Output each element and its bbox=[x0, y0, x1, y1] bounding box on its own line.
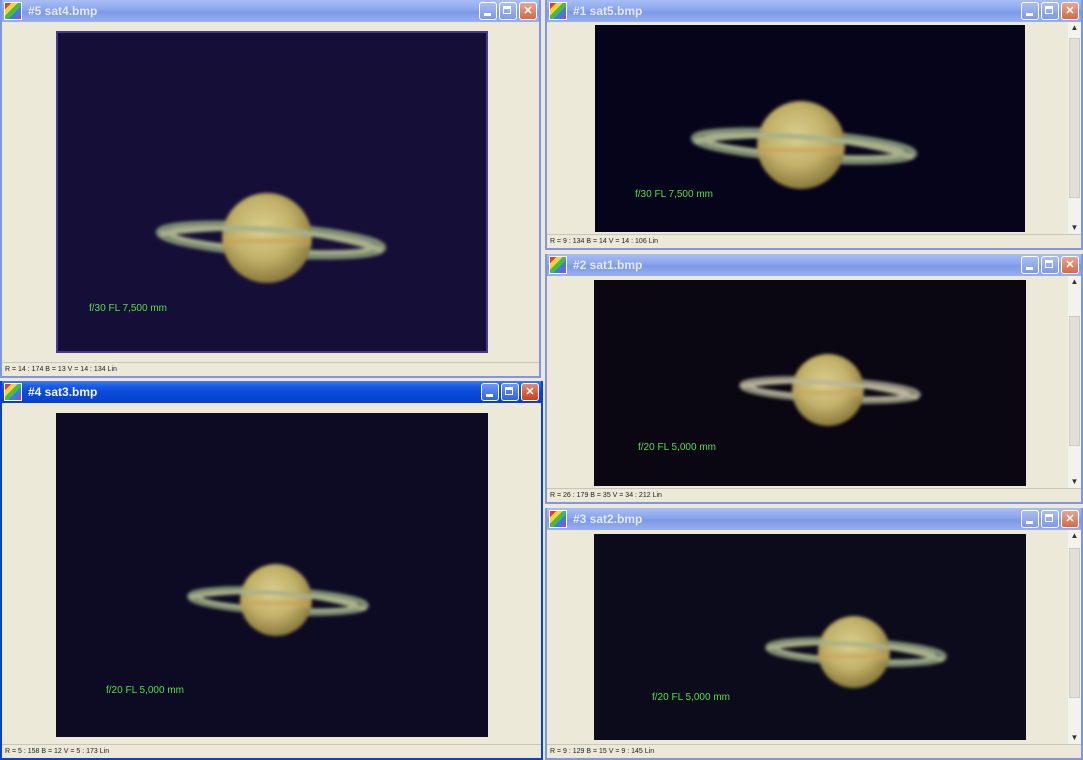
image-caption: f/30 FL 7,500 mm bbox=[89, 303, 167, 314]
scroll-thumb[interactable] bbox=[1069, 316, 1080, 446]
title-bar[interactable]: #1 sat5.bmp ✕ bbox=[547, 0, 1081, 22]
saturn-image: f/30 FL 7,500 mm bbox=[56, 31, 488, 353]
status-bar: R = 9 : 129 B = 15 V = 9 : 145 Lin bbox=[547, 744, 1081, 758]
maximize-button[interactable] bbox=[499, 2, 517, 20]
saturn-image: f/20 FL 5,000 mm bbox=[594, 280, 1026, 486]
status-bar: R = 9 : 134 B = 14 V = 14 : 106 Lin bbox=[547, 234, 1081, 248]
maximize-icon bbox=[1045, 6, 1053, 14]
window-title: #1 sat5.bmp bbox=[573, 4, 643, 18]
maximize-button[interactable] bbox=[1041, 2, 1059, 20]
vertical-scrollbar[interactable]: ▲ ▼ bbox=[1068, 22, 1081, 234]
image-view[interactable]: f/20 FL 5,000 mm ▲ ▼ bbox=[547, 276, 1081, 488]
maximize-button[interactable] bbox=[501, 383, 519, 401]
close-icon: ✕ bbox=[1065, 259, 1075, 271]
image-window-sat1[interactable]: #2 sat1.bmp ✕ f/20 FL 5,000 mm ▲ ▼ R = 2… bbox=[545, 254, 1083, 504]
close-icon: ✕ bbox=[1065, 513, 1075, 525]
scroll-thumb[interactable] bbox=[1069, 548, 1080, 698]
window-title: #3 sat2.bmp bbox=[573, 512, 643, 526]
title-bar[interactable]: #4 sat3.bmp ✕ bbox=[2, 381, 541, 403]
title-bar[interactable]: #2 sat1.bmp ✕ bbox=[547, 254, 1081, 276]
vertical-scrollbar[interactable]: ▲ ▼ bbox=[1068, 276, 1081, 488]
window-title: #4 sat3.bmp bbox=[28, 385, 98, 399]
minimize-icon bbox=[1026, 13, 1033, 16]
image-window-sat3[interactable]: #4 sat3.bmp ✕ f/20 FL 5,000 mm R = 5 : 1… bbox=[0, 381, 543, 760]
image-caption: f/30 FL 7,500 mm bbox=[635, 189, 713, 200]
status-bar: R = 26 : 179 B = 35 V = 34 : 212 Lin bbox=[547, 488, 1081, 502]
window-title: #2 sat1.bmp bbox=[573, 258, 643, 272]
image-app-icon[interactable] bbox=[4, 383, 22, 401]
saturn-image: f/20 FL 5,000 mm bbox=[56, 413, 488, 737]
scroll-down-arrow-icon[interactable]: ▼ bbox=[1069, 222, 1080, 234]
maximize-icon bbox=[1045, 260, 1053, 268]
minimize-icon bbox=[486, 394, 493, 397]
minimize-button[interactable] bbox=[1021, 256, 1039, 274]
image-view[interactable]: f/20 FL 5,000 mm bbox=[2, 403, 541, 744]
maximize-icon bbox=[1045, 514, 1053, 522]
scroll-up-arrow-icon[interactable]: ▲ bbox=[1069, 276, 1080, 288]
vertical-scrollbar[interactable]: ▲ ▼ bbox=[1068, 530, 1081, 744]
image-window-sat4[interactable]: #5 sat4.bmp ✕ f/30 FL 7,500 mm R = 14 : … bbox=[0, 0, 541, 378]
saturn-image: f/30 FL 7,500 mm bbox=[595, 25, 1025, 232]
image-caption: f/20 FL 5,000 mm bbox=[638, 442, 716, 453]
maximize-button[interactable] bbox=[1041, 256, 1059, 274]
close-icon: ✕ bbox=[523, 5, 533, 17]
minimize-button[interactable] bbox=[1021, 510, 1039, 528]
minimize-button[interactable] bbox=[479, 2, 497, 20]
maximize-icon bbox=[503, 6, 511, 14]
window-title: #5 sat4.bmp bbox=[28, 4, 98, 18]
title-bar[interactable]: #5 sat4.bmp ✕ bbox=[2, 0, 539, 22]
maximize-icon bbox=[505, 387, 513, 395]
image-view[interactable]: f/20 FL 5,000 mm ▲ ▼ bbox=[547, 530, 1081, 744]
minimize-icon bbox=[1026, 521, 1033, 524]
scroll-down-arrow-icon[interactable]: ▼ bbox=[1069, 476, 1080, 488]
scroll-down-arrow-icon[interactable]: ▼ bbox=[1069, 732, 1080, 744]
scroll-up-arrow-icon[interactable]: ▲ bbox=[1069, 530, 1080, 542]
image-view[interactable]: f/30 FL 7,500 mm bbox=[2, 22, 539, 362]
image-app-icon[interactable] bbox=[549, 256, 567, 274]
image-window-sat5[interactable]: #1 sat5.bmp ✕ f/30 FL 7,500 mm ▲ ▼ R = 9… bbox=[545, 0, 1083, 250]
maximize-button[interactable] bbox=[1041, 510, 1059, 528]
image-caption: f/20 FL 5,000 mm bbox=[106, 685, 184, 696]
close-button[interactable]: ✕ bbox=[1061, 2, 1079, 20]
close-icon: ✕ bbox=[1065, 5, 1075, 17]
image-app-icon[interactable] bbox=[4, 2, 22, 20]
minimize-button[interactable] bbox=[1021, 2, 1039, 20]
status-bar: R = 14 : 174 B = 13 V = 14 : 134 Lin bbox=[2, 362, 539, 376]
saturn-planet-graphic bbox=[739, 354, 921, 426]
saturn-planet-graphic bbox=[765, 616, 947, 688]
image-app-icon[interactable] bbox=[549, 510, 567, 528]
title-bar[interactable]: #3 sat2.bmp ✕ bbox=[547, 508, 1081, 530]
image-window-sat2[interactable]: #3 sat2.bmp ✕ f/20 FL 5,000 mm ▲ ▼ R = 9… bbox=[545, 508, 1083, 760]
close-button[interactable]: ✕ bbox=[521, 383, 539, 401]
close-icon: ✕ bbox=[525, 386, 535, 398]
close-button[interactable]: ✕ bbox=[1061, 256, 1079, 274]
status-bar: R = 5 : 158 B = 12 V = 5 : 173 Lin bbox=[2, 744, 541, 758]
image-view[interactable]: f/30 FL 7,500 mm ▲ ▼ bbox=[547, 22, 1081, 234]
image-caption: f/20 FL 5,000 mm bbox=[652, 692, 730, 703]
scroll-up-arrow-icon[interactable]: ▲ bbox=[1069, 22, 1080, 34]
minimize-button[interactable] bbox=[481, 383, 499, 401]
close-button[interactable]: ✕ bbox=[1061, 510, 1079, 528]
close-button[interactable]: ✕ bbox=[519, 2, 537, 20]
image-app-icon[interactable] bbox=[549, 2, 567, 20]
saturn-planet-graphic bbox=[690, 101, 918, 189]
saturn-image: f/20 FL 5,000 mm bbox=[594, 534, 1026, 740]
minimize-icon bbox=[1026, 267, 1033, 270]
scroll-thumb[interactable] bbox=[1069, 38, 1080, 198]
minimize-icon bbox=[484, 13, 491, 16]
